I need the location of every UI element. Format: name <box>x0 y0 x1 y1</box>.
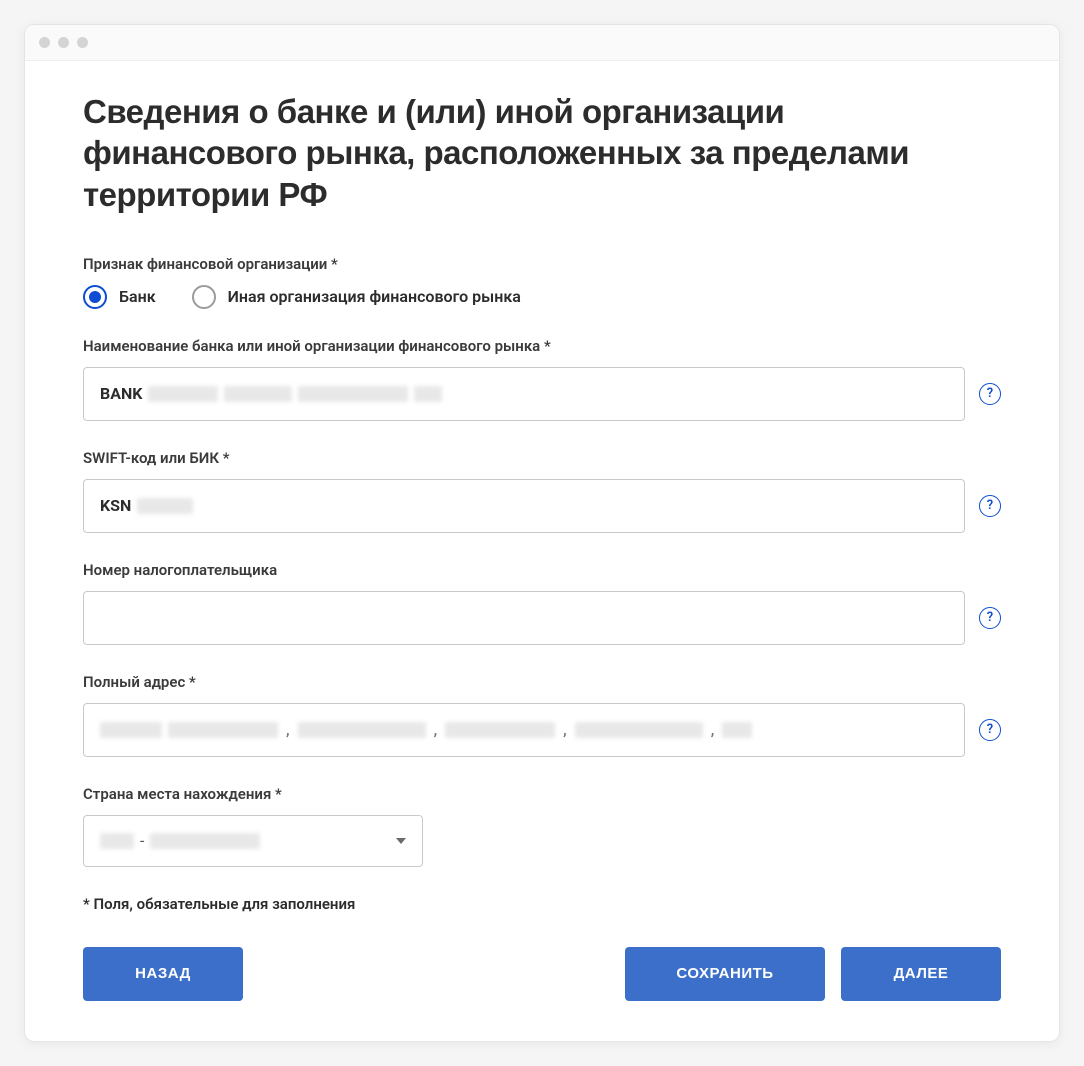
window-titlebar <box>25 25 1059 61</box>
redacted-text <box>445 722 555 738</box>
redacted-text <box>722 722 752 738</box>
swift-label: SWIFT-код или БИК * <box>83 449 1001 467</box>
radio-bank-label: Банк <box>119 287 156 306</box>
redacted-text <box>100 833 134 849</box>
next-button[interactable]: ДАЛЕЕ <box>841 947 1001 1001</box>
redacted-text <box>137 498 193 514</box>
bank-name-label: Наименование банка или иной организации … <box>83 337 1001 355</box>
field-country: Страна места нахождения * - <box>83 785 1001 867</box>
swift-input[interactable]: KSN <box>83 479 965 533</box>
radio-icon-checked <box>83 285 107 309</box>
browser-window: Сведения о банке и (или) иной организаци… <box>24 24 1060 1042</box>
bank-name-input[interactable]: BANK <box>83 367 965 421</box>
window-maximize-dot[interactable] <box>77 37 88 48</box>
radio-icon-unchecked <box>192 285 216 309</box>
redacted-text <box>148 386 218 402</box>
help-icon[interactable]: ? <box>979 607 1001 629</box>
help-icon[interactable]: ? <box>979 495 1001 517</box>
spacer <box>259 947 609 1001</box>
save-button[interactable]: СОХРАНИТЬ <box>625 947 825 1001</box>
country-label: Страна места нахождения * <box>83 785 1001 803</box>
address-input[interactable]: , , , , <box>83 703 965 757</box>
back-button[interactable]: НАЗАД <box>83 947 243 1001</box>
button-row: НАЗАД СОХРАНИТЬ ДАЛЕЕ <box>83 947 1001 1001</box>
help-icon[interactable]: ? <box>979 719 1001 741</box>
chevron-down-icon <box>396 838 406 844</box>
field-taxpayer: Номер налогоплательщика ? <box>83 561 1001 645</box>
form-page: Сведения о банке и (или) иной организаци… <box>25 61 1059 1041</box>
radio-bank[interactable]: Банк <box>83 285 156 309</box>
redacted-text <box>575 722 703 738</box>
redacted-text <box>414 386 442 402</box>
window-minimize-dot[interactable] <box>58 37 69 48</box>
field-bank-name: Наименование банка или иной организации … <box>83 337 1001 421</box>
help-icon[interactable]: ? <box>979 383 1001 405</box>
radio-other-org[interactable]: Иная организация финансового рынка <box>192 285 521 309</box>
country-select[interactable]: - <box>83 815 423 867</box>
field-swift: SWIFT-код или БИК * KSN ? <box>83 449 1001 533</box>
swift-value-prefix: KSN <box>100 496 131 515</box>
org-type-radio-group: Банк Иная организация финансового рынка <box>83 285 1001 309</box>
field-org-type: Признак финансовой организации * Банк Ин… <box>83 255 1001 309</box>
redacted-text <box>100 722 162 738</box>
redacted-text <box>298 722 426 738</box>
redacted-text <box>298 386 408 402</box>
address-label: Полный адрес * <box>83 673 1001 691</box>
redacted-text <box>168 722 278 738</box>
taxpayer-label: Номер налогоплательщика <box>83 561 1001 579</box>
redacted-text <box>224 386 292 402</box>
redacted-text <box>150 833 260 849</box>
org-type-label: Признак финансовой организации * <box>83 255 1001 273</box>
taxpayer-input[interactable] <box>83 591 965 645</box>
radio-other-label: Иная организация финансового рынка <box>228 287 521 306</box>
country-separator: - <box>140 831 144 850</box>
page-title: Сведения о банке и (или) иной организаци… <box>83 91 1001 215</box>
bank-name-value-prefix: BANK <box>100 384 142 403</box>
field-address: Полный адрес * , , , , ? <box>83 673 1001 757</box>
required-footnote: * Поля, обязательные для заполнения <box>83 895 1001 913</box>
window-close-dot[interactable] <box>39 37 50 48</box>
